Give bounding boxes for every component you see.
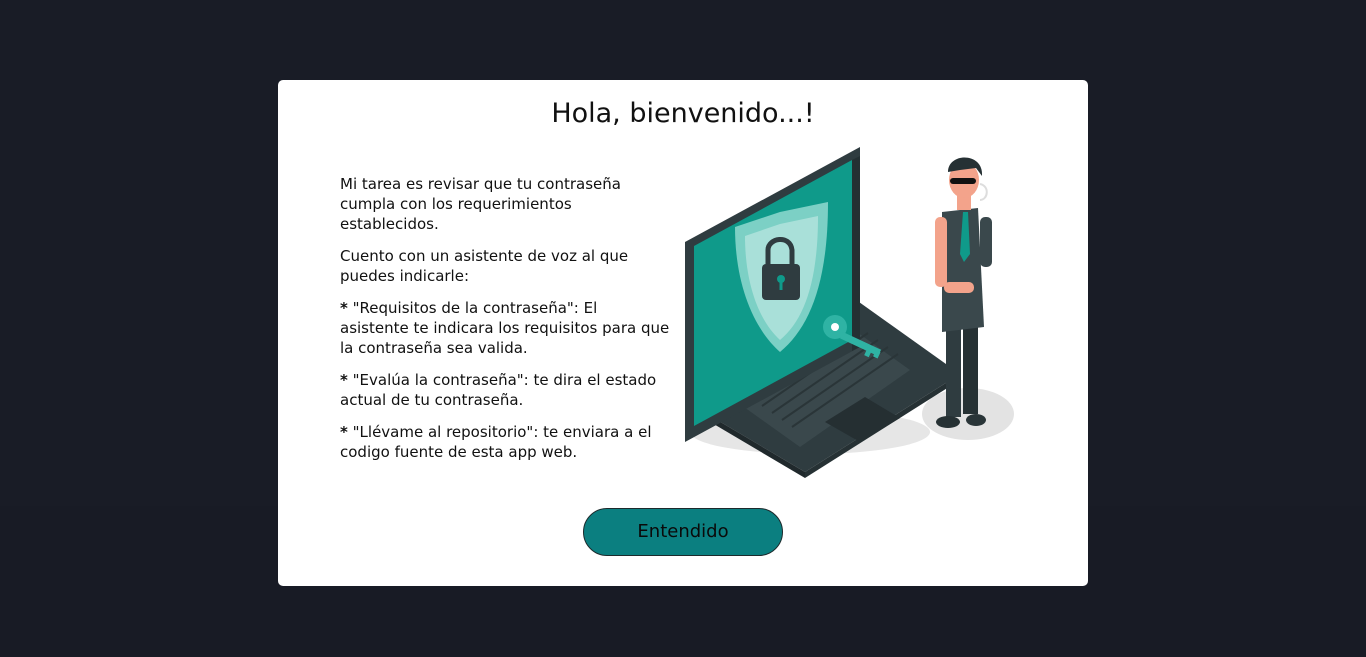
command-name: "Requisitos de la contraseña"	[352, 299, 574, 317]
modal-body: Mi tarea es revisar que tu contraseña cu…	[340, 174, 670, 474]
entendido-button[interactable]: Entendido	[583, 508, 783, 556]
intro-paragraph: Mi tarea es revisar que tu contraseña cu…	[340, 175, 621, 233]
command-bullet: *	[340, 423, 348, 441]
security-laptop-guard-illustration	[685, 147, 1014, 478]
command-name: "Evalúa la contraseña"	[352, 371, 524, 389]
command-name: "Llévame al repositorio"	[352, 423, 534, 441]
welcome-modal: Hola, bienvenido...! Mi tarea es revisar…	[278, 80, 1088, 586]
modal-title: Hola, bienvenido...!	[551, 98, 815, 129]
command-item: * "Requisitos de la contraseña": El asis…	[340, 298, 670, 358]
command-item: * "Evalúa la contraseña": te dira el est…	[340, 370, 670, 410]
assistant-paragraph: Cuento con un asistente de voz al que pu…	[340, 247, 629, 285]
command-bullet: *	[340, 299, 348, 317]
command-item: * "Llévame al repositorio": te enviara a…	[340, 422, 670, 462]
command-bullet: *	[340, 371, 348, 389]
